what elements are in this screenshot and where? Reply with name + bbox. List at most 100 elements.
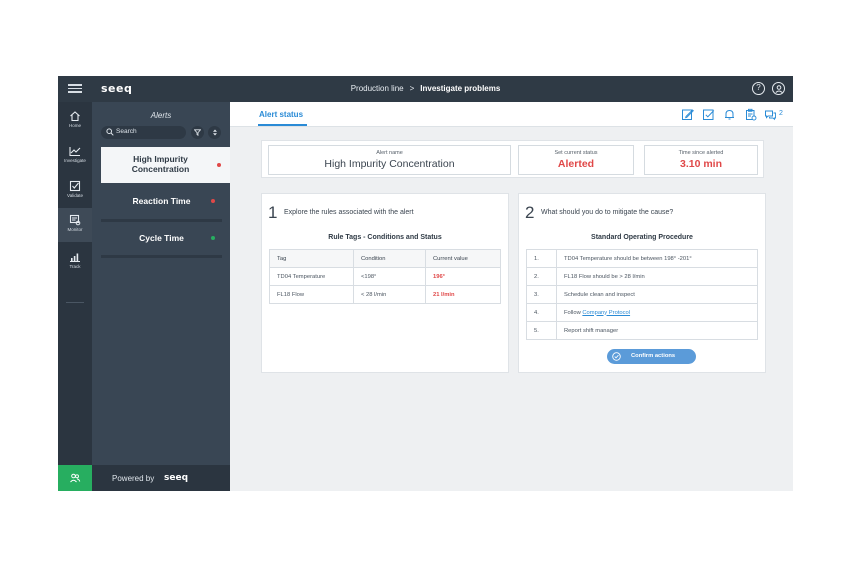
alert-item-high-impurity[interactable]: High Impurity Concentration bbox=[101, 147, 230, 183]
home-icon bbox=[70, 111, 80, 122]
breadcrumb: Production line > Investigate problems bbox=[58, 84, 793, 93]
current-value-cell: 196° bbox=[425, 267, 501, 286]
column-header: Current value bbox=[425, 249, 501, 268]
powered-by-text: Powered by bbox=[112, 474, 155, 483]
status-value[interactable]: Alerted bbox=[519, 158, 633, 170]
confirm-actions-button[interactable]: Confirm actions bbox=[607, 349, 696, 364]
sop-card: 2 What should you do to mitigate the cau… bbox=[518, 193, 766, 373]
rail-item-investigate[interactable]: Investigate bbox=[58, 141, 92, 171]
search-icon bbox=[106, 128, 114, 136]
chat-icon[interactable] bbox=[764, 108, 777, 121]
step-num-cell: 3. bbox=[526, 285, 557, 304]
breadcrumb-root[interactable]: Production line bbox=[351, 84, 404, 93]
tab-bar: Alert status 2 bbox=[230, 102, 793, 127]
rail-label: Home bbox=[68, 123, 81, 128]
alert-name-value: High Impurity Concentration bbox=[324, 158, 455, 170]
rail-item-home[interactable]: Home bbox=[58, 106, 92, 136]
clipboard-icon[interactable] bbox=[744, 108, 757, 121]
breadcrumb-current: Investigate problems bbox=[420, 84, 501, 93]
step-number: 2 bbox=[525, 203, 535, 222]
rail-item-validate[interactable]: Validate bbox=[58, 176, 92, 206]
sop-step-row: 5. Report shift manager bbox=[526, 321, 758, 340]
rule-tags-table: Tag Condition Current value TD04 Tempera… bbox=[269, 249, 501, 304]
current-value-cell: 21 l/min bbox=[425, 285, 501, 304]
tab-alert-status[interactable]: Alert status bbox=[259, 110, 303, 119]
sop-step-row: 2. FL18 Flow should be > 28 l/min bbox=[526, 267, 758, 286]
user-account-icon[interactable] bbox=[772, 82, 785, 95]
alerts-panel: Alerts Search High Impurity Concentratio… bbox=[92, 102, 230, 491]
column-header: Tag bbox=[269, 249, 354, 268]
step-text-cell: TD04 Temperature should be between 198° … bbox=[556, 249, 758, 268]
top-bar: seeq Production line > Investigate problem… bbox=[58, 76, 793, 102]
main-content: Alert status 2 Alert name High Impurity … bbox=[230, 102, 793, 491]
rules-card: 1 Explore the rules associated with the … bbox=[261, 193, 509, 373]
alert-item-label-line1: High Impurity bbox=[133, 154, 188, 164]
status-dot-green bbox=[211, 236, 215, 240]
alert-item-cycle-time[interactable]: Cycle Time bbox=[101, 233, 222, 249]
alert-item-reaction-time[interactable]: Reaction Time bbox=[101, 196, 222, 212]
edit-icon[interactable] bbox=[681, 108, 694, 121]
rail-item-monitor[interactable]: Monitor bbox=[58, 208, 92, 242]
step-text-cell: Schedule clean and inspect bbox=[556, 285, 758, 304]
app-window: seeq Production line > Investigate problem… bbox=[58, 76, 793, 491]
company-protocol-link[interactable]: Company Protocol bbox=[582, 310, 630, 316]
team-button[interactable] bbox=[58, 465, 92, 491]
bar-chart-icon bbox=[70, 253, 80, 262]
confirm-actions-label: Confirm actions bbox=[631, 353, 676, 359]
rail-item-track[interactable]: Track bbox=[58, 247, 92, 277]
active-tab-indicator bbox=[258, 124, 307, 126]
column-header: Condition bbox=[353, 249, 426, 268]
chat-count-badge: 2 bbox=[779, 110, 783, 117]
condition-cell: < 28 l/min bbox=[353, 285, 426, 304]
sort-button[interactable] bbox=[208, 126, 221, 139]
step-text-cell: Follow Company Protocol bbox=[556, 303, 758, 322]
checkbox-icon bbox=[69, 180, 81, 192]
alert-name-box: Alert name High Impurity Concentration bbox=[268, 145, 511, 175]
alert-divider bbox=[101, 255, 222, 258]
rail-label: Monitor bbox=[67, 227, 83, 232]
alert-divider bbox=[101, 219, 222, 222]
help-icon[interactable]: ? bbox=[752, 82, 765, 95]
sop-step-row: 3. Schedule clean and inspect bbox=[526, 285, 758, 304]
search-input[interactable]: Search bbox=[101, 126, 186, 139]
sop-steps-table: 1. TD04 Temperature should be between 19… bbox=[526, 249, 758, 340]
alert-item-label: Reaction Time bbox=[132, 196, 191, 206]
search-placeholder: Search bbox=[116, 128, 137, 135]
card-question: What should you do to mitigate the cause… bbox=[541, 209, 674, 216]
step-text-cell: FL18 Flow should be > 28 l/min bbox=[556, 267, 758, 286]
step-num-cell: 5. bbox=[526, 321, 557, 340]
table-row: FL18 Flow < 28 l/min 21 l/min bbox=[269, 285, 501, 304]
time-box: Time since alerted 3.10 min bbox=[644, 145, 758, 175]
status-box[interactable]: Set current status Alerted bbox=[518, 145, 634, 175]
card-title: Rule Tags - Conditions and Status bbox=[328, 234, 442, 241]
tag-cell: TD04 Temperature bbox=[269, 267, 354, 286]
alert-name-label: Alert name bbox=[376, 150, 403, 156]
filter-button[interactable] bbox=[191, 126, 204, 139]
chart-line-icon bbox=[69, 147, 81, 157]
sop-step-row: 1. TD04 Temperature should be between 19… bbox=[526, 249, 758, 268]
table-row: TD04 Temperature <198° 196° bbox=[269, 267, 501, 286]
card-question: Explore the rules associated with the al… bbox=[284, 209, 414, 216]
rail-label: Validate bbox=[67, 193, 83, 198]
breadcrumb-separator: > bbox=[409, 84, 415, 93]
alert-summary: Alert name High Impurity Concentration S… bbox=[261, 140, 764, 178]
monitor-icon bbox=[69, 214, 81, 226]
status-label: Set current status bbox=[554, 150, 598, 156]
nav-rail: Home Investigate Validate Monitor Track bbox=[58, 102, 92, 491]
step-text-cell: Report shift manager bbox=[556, 321, 758, 340]
check-circle-icon bbox=[612, 352, 621, 361]
time-value: 3.10 min bbox=[679, 158, 723, 170]
checklist-icon[interactable] bbox=[702, 108, 715, 121]
filter-icon bbox=[193, 129, 202, 137]
rail-label: Investigate bbox=[64, 158, 86, 163]
alert-item-label-line2: Concentration bbox=[131, 164, 190, 174]
bell-icon[interactable] bbox=[723, 108, 736, 121]
step-num-cell: 4. bbox=[526, 303, 557, 322]
table-header-row: Tag Condition Current value bbox=[269, 249, 501, 268]
card-title: Standard Operating Procedure bbox=[591, 234, 693, 241]
tag-cell: FL18 Flow bbox=[269, 285, 354, 304]
condition-cell: <198° bbox=[353, 267, 426, 286]
users-icon bbox=[70, 473, 81, 483]
powered-by-footer: Powered by seeq bbox=[92, 465, 230, 491]
powered-by-logo: seeq bbox=[164, 473, 189, 483]
